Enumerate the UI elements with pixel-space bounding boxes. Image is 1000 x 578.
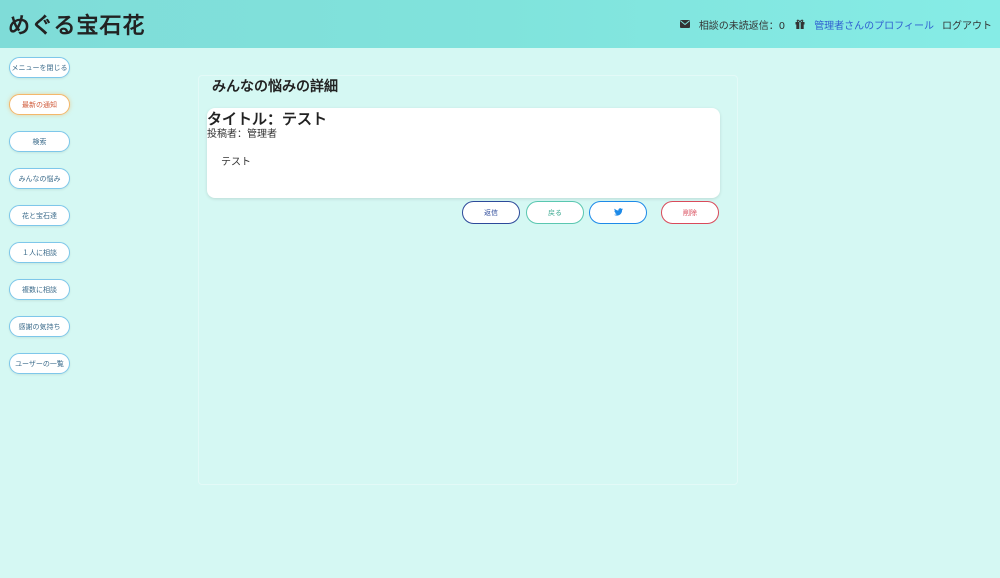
consult-multiple-button[interactable]: 複数に相談: [9, 279, 70, 300]
twitter-share-button[interactable]: [589, 201, 647, 224]
twitter-icon: [613, 207, 623, 218]
close-menu-button[interactable]: メニューを閉じる: [9, 57, 70, 78]
envelope-icon: [679, 20, 690, 28]
gift-icon: [795, 19, 805, 29]
post-card: タイトル：テスト 投稿者：管理者 テスト: [207, 108, 720, 198]
user-list-button[interactable]: ユーザーの一覧: [9, 353, 70, 374]
back-button[interactable]: 戻る: [526, 201, 584, 224]
sidebar: メニューを閉じる 最新の通知 検索 みんなの悩み 花と宝石達 １人に相談 複数に…: [9, 57, 70, 390]
logout-link[interactable]: ログアウト: [942, 17, 992, 32]
post-body: テスト: [221, 157, 251, 168]
profile-link[interactable]: 管理者さんのプロフィール: [814, 17, 934, 32]
site-logo[interactable]: めぐる宝石花: [8, 8, 146, 40]
gratitude-button[interactable]: 感謝の気持ち: [9, 316, 70, 337]
reply-button[interactable]: 返信: [462, 201, 520, 224]
delete-button[interactable]: 削除: [661, 201, 719, 224]
top-header: めぐる宝石花 相談の未読返信：0 管理者さんのプロフィール ログアウト: [0, 0, 1000, 48]
flowers-and-gems-button[interactable]: 花と宝石達: [9, 205, 70, 226]
page-title: みんなの悩みの詳細: [212, 79, 338, 95]
latest-notifications-button[interactable]: 最新の通知: [9, 94, 70, 115]
everyone-worries-button[interactable]: みんなの悩み: [9, 168, 70, 189]
consult-one-button[interactable]: １人に相談: [9, 242, 70, 263]
header-menu: 相談の未読返信：0 管理者さんのプロフィール ログアウト: [679, 17, 992, 32]
unread-count[interactable]: 相談の未読返信：0: [699, 17, 785, 32]
search-button[interactable]: 検索: [9, 131, 70, 152]
post-author: 投稿者：管理者: [207, 129, 277, 140]
